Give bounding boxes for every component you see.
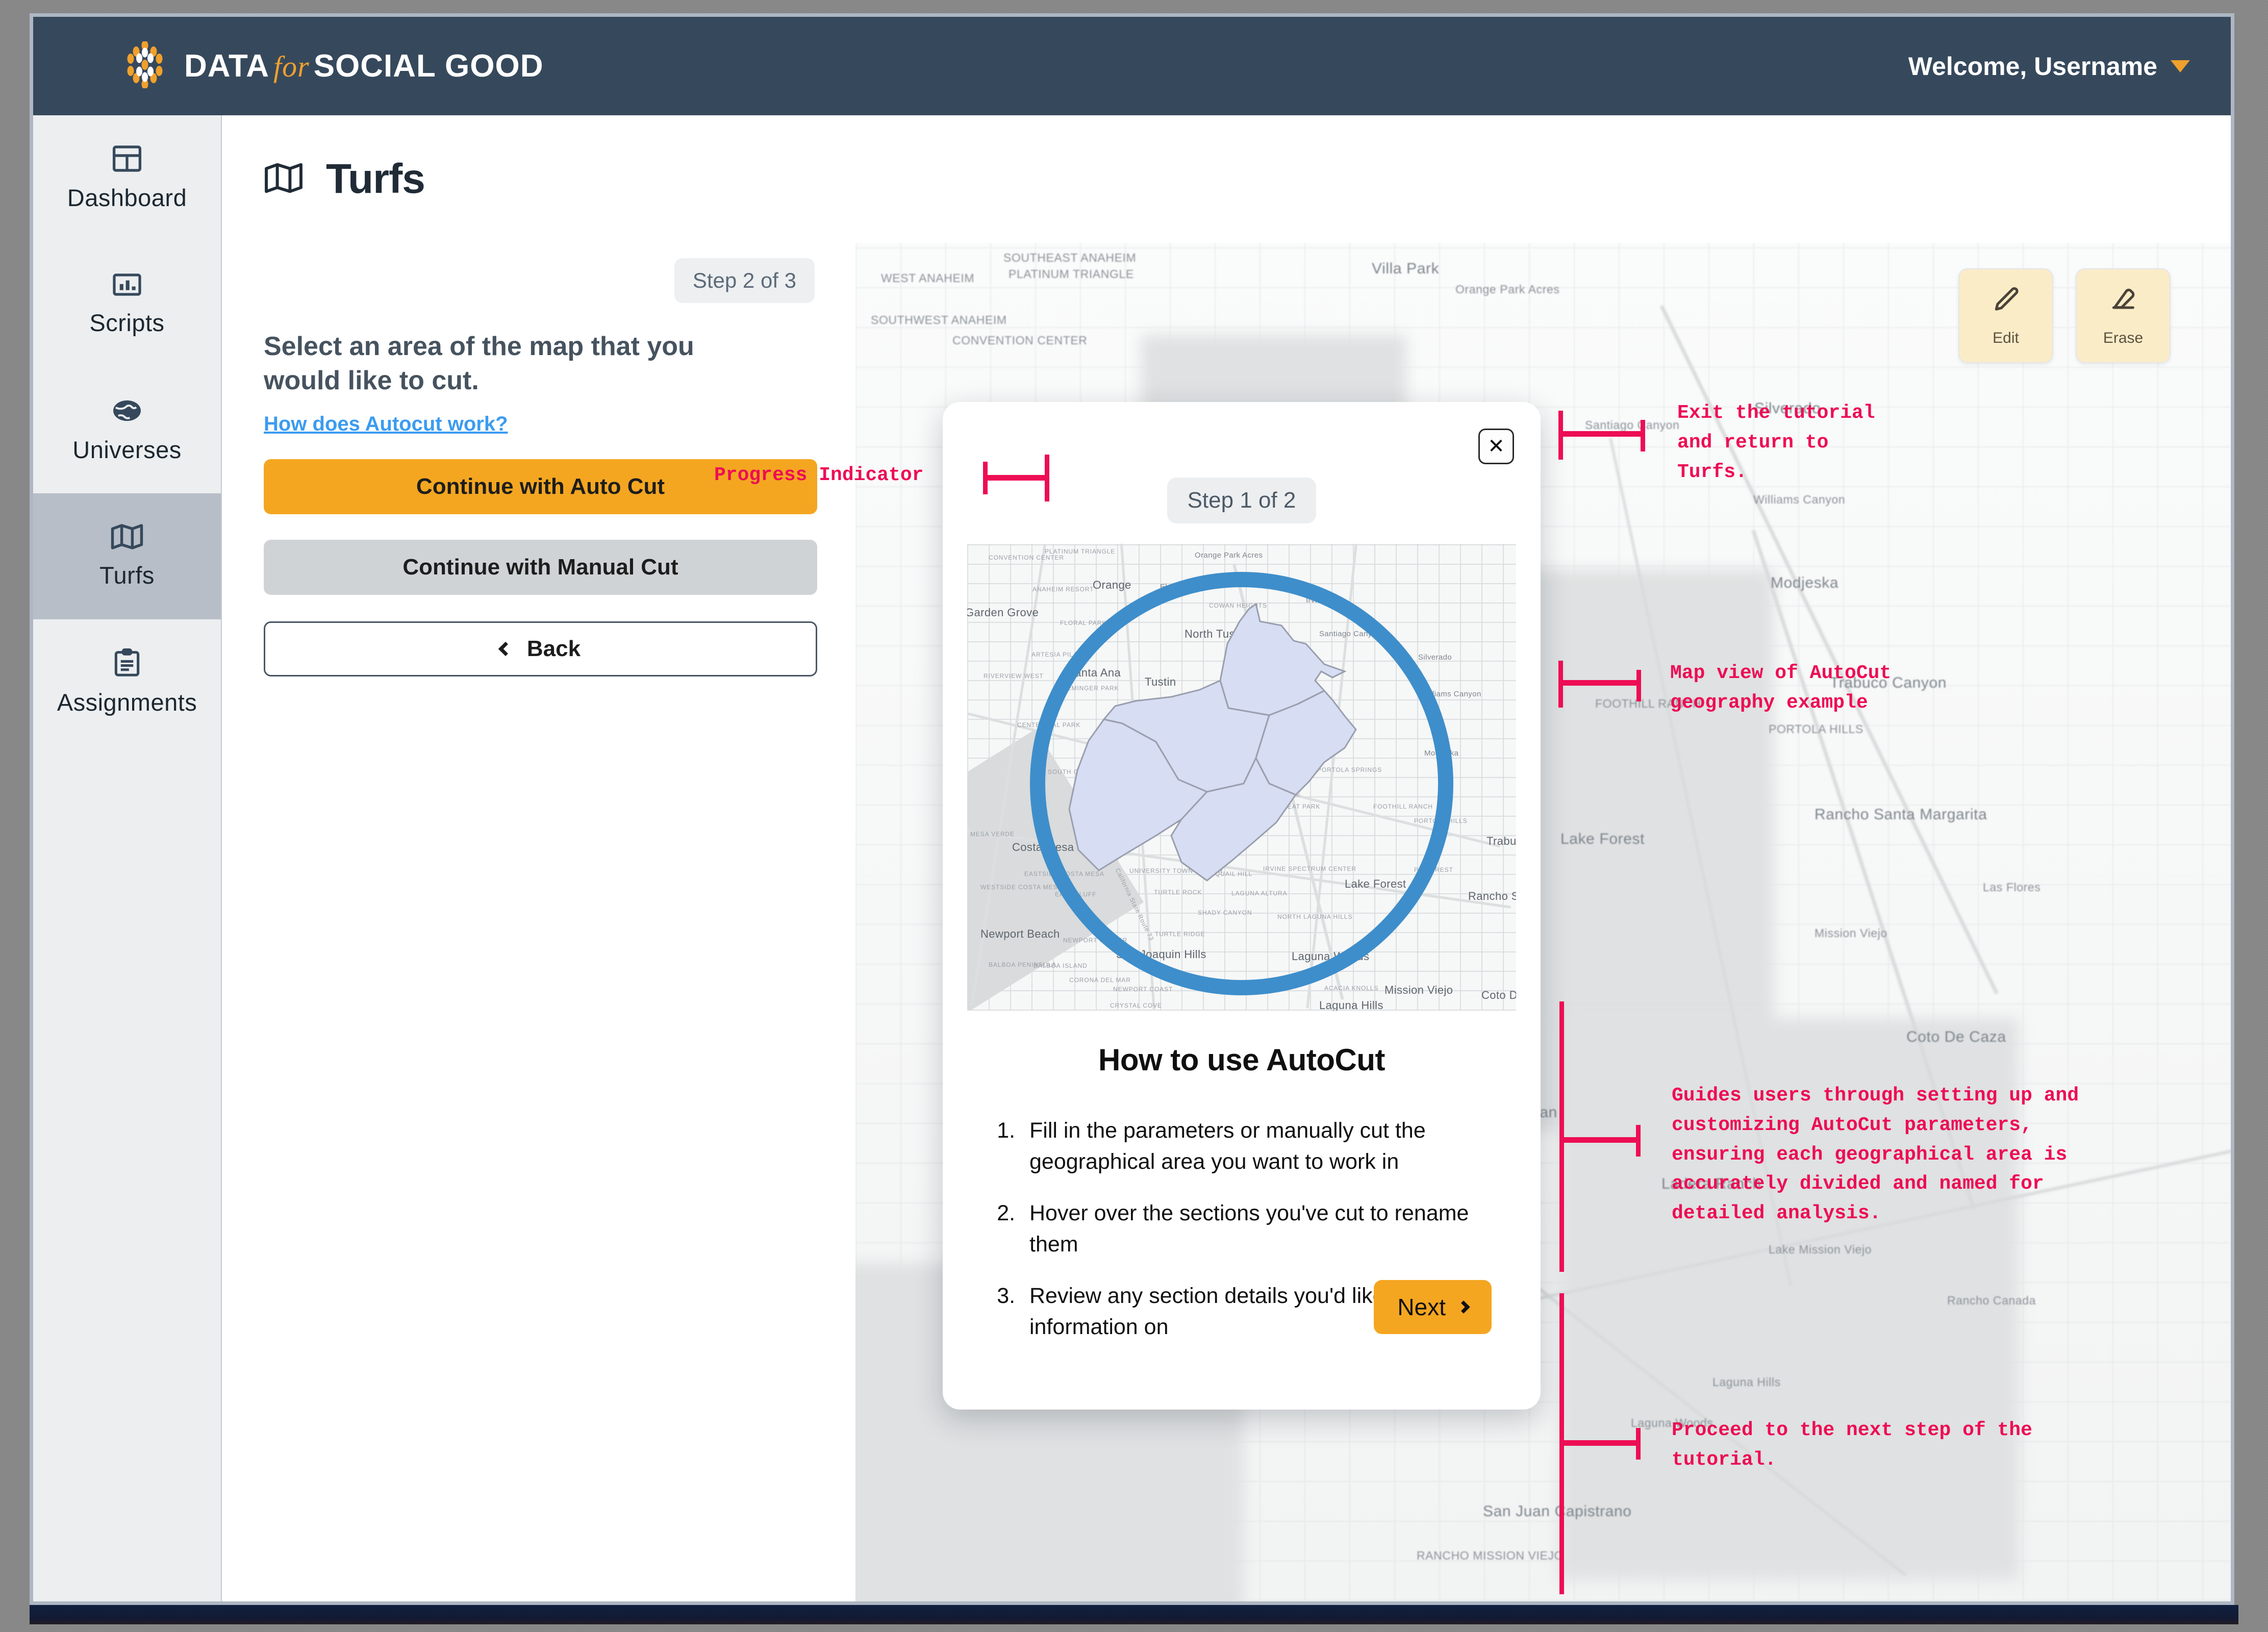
map-label: Laguna Hills	[1712, 1375, 1781, 1389]
map-icon	[264, 162, 304, 196]
map-label: Lake Forest	[1560, 831, 1645, 847]
autocut-example-map: CONVENTION CENTER PLATINUM TRIANGLE Oran…	[967, 544, 1516, 1011]
flower-logo-icon	[125, 40, 165, 91]
step-indicator-badge: Step 2 of 3	[674, 258, 815, 303]
sidebar-item-label: Universes	[72, 436, 182, 463]
map-label: Santiago Canyon	[1585, 418, 1680, 432]
map-tool-buttons: Edit Erase	[1958, 268, 2171, 363]
sidebar-item-label: Turfs	[99, 562, 155, 589]
next-button-label: Next	[1397, 1294, 1446, 1320]
close-icon[interactable]: ✕	[1478, 429, 1514, 464]
map-label: Trabuco Canyon	[1830, 674, 1947, 691]
chevron-right-icon	[1457, 1300, 1470, 1314]
window-bottom-strip	[30, 1605, 2238, 1624]
page-title: Turfs	[326, 156, 425, 202]
map-label: Modjeska	[1771, 574, 1839, 591]
back-button-label: Back	[526, 636, 581, 662]
map-label: CONVENTION CENTER	[952, 334, 1088, 347]
chevron-down-icon[interactable]	[2171, 60, 2190, 72]
erase-tool-button[interactable]: Erase	[2076, 268, 2171, 363]
top-navigation-bar: DATA for SOCIAL GOOD Welcome, Username	[33, 17, 2231, 115]
continue-with-auto-cut-button[interactable]: Continue with Auto Cut	[264, 459, 817, 515]
sidebar-item-assignments[interactable]: Assignments	[33, 619, 221, 745]
turf-cut-panel: Step 2 of 3 Select an area of the map th…	[223, 243, 855, 1601]
brand-title: DATA for SOCIAL GOOD	[184, 48, 543, 84]
map-label: RANCHO MISSION VIEJO	[1417, 1549, 1564, 1562]
map-label: Lake Mission Viejo	[1769, 1243, 1872, 1256]
brand-title-part1: DATA	[184, 48, 269, 84]
page-header: Turfs	[223, 115, 855, 243]
map-label: SOUTHEAST ANAHEIM	[1003, 251, 1137, 264]
autocut-radius-circle	[1030, 572, 1453, 995]
brand-logo-group[interactable]: DATA for SOCIAL GOOD	[125, 40, 543, 91]
application-window: DATA for SOCIAL GOOD Welcome, Username Das…	[30, 13, 2234, 1605]
map-label: Villa Park	[1372, 260, 1440, 277]
sidebar-item-dashboard[interactable]: Dashboard	[33, 115, 221, 241]
map-label: FOOTHILL RANCH	[1595, 697, 1702, 710]
back-button[interactable]: Back	[264, 621, 817, 677]
map-label: Coto De Caza	[1906, 1028, 2006, 1045]
sidebar-item-universes[interactable]: Universes	[33, 367, 221, 493]
map-label: San Juan Capistrano	[1483, 1503, 1632, 1520]
autocut-tutorial-modal: ✕ Step 1 of 2 CONVENTION CENTER PLATINUM…	[943, 402, 1541, 1410]
how-does-autocut-work-link[interactable]: How does Autocut work?	[264, 413, 508, 436]
pencil-icon	[1991, 285, 2021, 317]
map-label: Rancho Canada	[1947, 1294, 2036, 1307]
sidebar-item-label: Scripts	[89, 309, 165, 336]
welcome-label: Welcome, Username	[1908, 52, 2157, 81]
globe-icon	[112, 397, 142, 424]
chart-bars-icon	[112, 272, 142, 297]
map-label: Rancho Santa Margarita	[1815, 806, 1987, 823]
modal-title: How to use AutoCut	[1098, 1043, 1385, 1077]
user-menu[interactable]: Welcome, Username	[1908, 52, 2190, 81]
map-label: SOUTHWEST ANAHEIM	[871, 313, 1007, 327]
next-button[interactable]: Next	[1374, 1280, 1492, 1334]
brand-title-for: for	[273, 50, 310, 83]
list-item: Fill in the parameters or manually cut t…	[1021, 1115, 1516, 1177]
map-label: PLATINUM TRIANGLE	[1009, 267, 1134, 281]
map-label: Ladera Ranch	[1661, 1175, 1761, 1192]
modal-step-indicator: Step 1 of 2	[1167, 478, 1317, 523]
sidebar-item-label: Dashboard	[67, 184, 187, 211]
list-item: Hover over the sections you've cut to re…	[1021, 1198, 1516, 1260]
map-label: PORTOLA HILLS	[1769, 722, 1863, 736]
panel-heading: Select an area of the map that you would…	[264, 332, 694, 395]
edit-tool-label: Edit	[1993, 329, 2019, 346]
map-label: Williams Canyon	[1753, 493, 1846, 506]
map-label: Orange Park Acres	[1455, 283, 1560, 296]
sidebar-navigation: Dashboard Scripts Universes Turfs Assign…	[33, 115, 222, 1601]
map-label: WEST ANAHEIM	[881, 271, 975, 285]
sidebar-item-label: Assignments	[57, 689, 197, 716]
brand-title-part2: SOCIAL GOOD	[313, 48, 544, 84]
map-label: Laguna Woods	[1631, 1416, 1713, 1429]
sidebar-item-turfs[interactable]: Turfs	[33, 493, 221, 619]
map-icon	[110, 523, 144, 550]
eraser-icon	[2108, 285, 2138, 317]
continue-with-manual-cut-button[interactable]: Continue with Manual Cut	[264, 540, 817, 595]
dashboard-icon	[112, 145, 142, 172]
clipboard-icon	[113, 648, 141, 677]
map-label: Mission Viejo	[1815, 926, 1887, 940]
edit-tool-button[interactable]: Edit	[1958, 268, 2053, 363]
map-label: Las Flores	[1983, 881, 2041, 894]
map-label: Silverado	[1754, 400, 1821, 417]
erase-tool-label: Erase	[2103, 329, 2144, 346]
chevron-left-icon	[498, 641, 513, 657]
sidebar-item-scripts[interactable]: Scripts	[33, 241, 221, 367]
